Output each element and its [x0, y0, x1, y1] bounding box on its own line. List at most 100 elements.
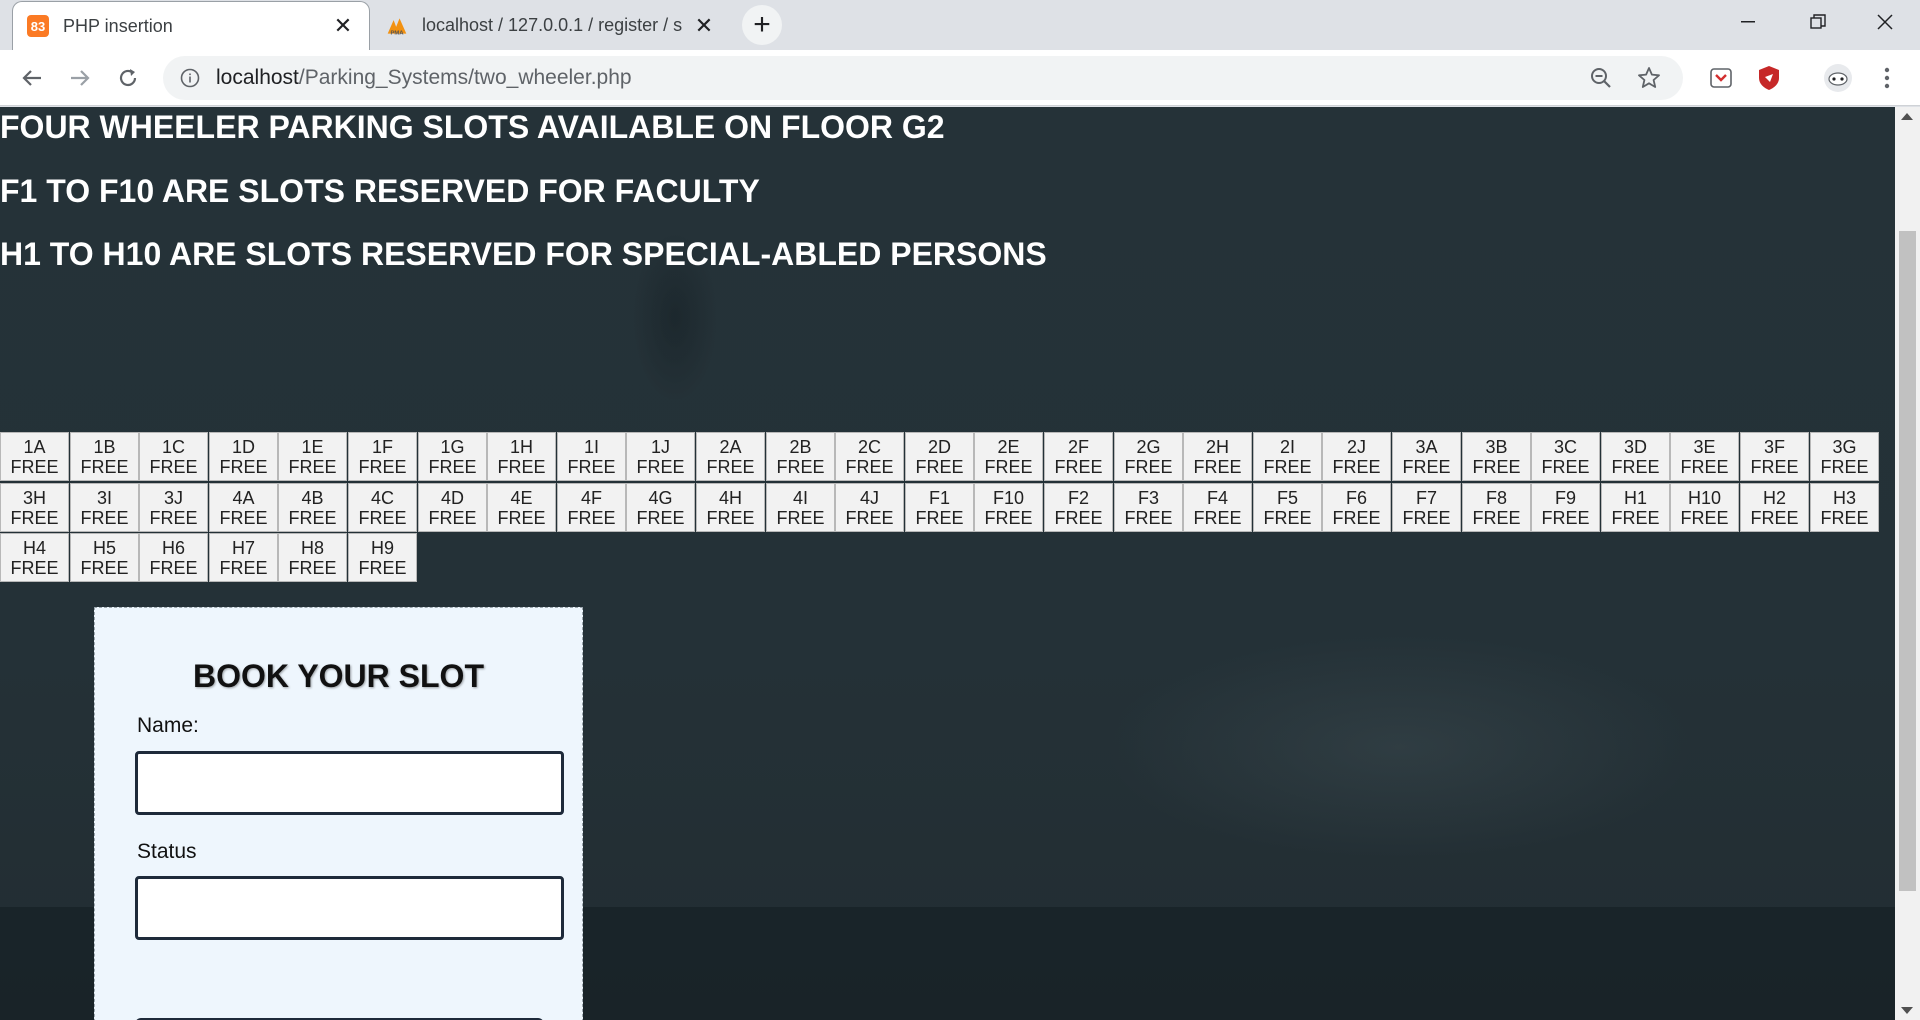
back-icon[interactable]	[14, 60, 50, 96]
parking-slot: H2 FREE	[1740, 483, 1809, 532]
slot-status: FREE	[358, 456, 407, 477]
close-tab-icon[interactable]: ✕	[692, 13, 716, 38]
parking-slot: 2H FREE	[1183, 432, 1252, 481]
slot-id: 2B	[789, 436, 812, 457]
restore-icon[interactable]	[1783, 0, 1853, 44]
slot-status: FREE	[149, 456, 198, 477]
parking-slot: F1 FREE	[905, 483, 974, 532]
slot-status: FREE	[10, 557, 59, 578]
tab-title: PHP insertion	[63, 15, 173, 36]
parking-slot: 2I FREE	[1253, 432, 1322, 481]
form-title: BOOK YOUR SLOT	[193, 658, 484, 694]
slot-id: 3F	[1763, 436, 1785, 457]
reload-icon[interactable]	[110, 60, 146, 96]
slot-id: 2C	[857, 436, 881, 457]
slot-status: FREE	[845, 456, 894, 477]
browser-toolbar: localhost/Parking_Systems/two_wheeler.ph…	[0, 50, 1920, 106]
slot-status: FREE	[915, 507, 964, 528]
name-label: Name:	[137, 714, 199, 737]
special-abled-note: H1 TO H10 ARE SLOTS RESERVED FOR SPECIAL…	[0, 236, 1047, 272]
close-window-icon[interactable]	[1850, 0, 1920, 44]
faculty-note: F1 TO F10 ARE SLOTS RESERVED FOR FACULTY	[0, 173, 760, 209]
parking-slot: H10 FREE	[1670, 483, 1739, 532]
parking-slot: 4E FREE	[487, 483, 556, 532]
slot-id: 3G	[1832, 436, 1857, 457]
slot-id: 3A	[1415, 436, 1438, 457]
parking-slot: 1B FREE	[70, 432, 139, 481]
address-bar[interactable]: localhost/Parking_Systems/two_wheeler.ph…	[163, 56, 1683, 100]
slot-status: FREE	[1750, 507, 1799, 528]
slot-status: FREE	[567, 456, 616, 477]
phpmyadmin-icon: PMA	[386, 15, 408, 37]
slot-status: FREE	[1124, 507, 1173, 528]
slot-id: H4	[22, 537, 46, 558]
parking-slot: F9 FREE	[1531, 483, 1600, 532]
parking-slot: 4C FREE	[348, 483, 417, 532]
slot-status: FREE	[1680, 456, 1729, 477]
slot-id: F8	[1485, 487, 1507, 508]
menu-icon[interactable]	[1872, 63, 1902, 93]
info-icon[interactable]	[180, 68, 200, 88]
slot-id: F6	[1345, 487, 1367, 508]
tab-php-insertion[interactable]: 83 PHP insertion ✕	[12, 1, 370, 50]
tab-title: localhost / 127.0.0.1 / register / s	[422, 15, 683, 35]
slot-id: 1F	[371, 436, 393, 457]
slot-status: FREE	[1332, 456, 1381, 477]
slot-status: FREE	[1611, 456, 1660, 477]
slot-status: FREE	[149, 557, 198, 578]
scrollbar-thumb[interactable]	[1899, 231, 1916, 891]
parking-slot: 4D FREE	[418, 483, 487, 532]
slot-id: 4H	[718, 487, 742, 508]
slot-status: FREE	[1124, 456, 1173, 477]
parking-slot: 4G FREE	[626, 483, 695, 532]
parking-slot: 1I FREE	[557, 432, 626, 481]
name-input[interactable]	[135, 751, 564, 815]
parking-slot: 2A FREE	[696, 432, 765, 481]
parking-slot: 2B FREE	[766, 432, 835, 481]
slot-id: 4J	[859, 487, 879, 508]
vertical-scrollbar[interactable]	[1895, 107, 1920, 1020]
slot-id: 1G	[440, 436, 465, 457]
parking-slot: H5 FREE	[70, 533, 139, 582]
close-tab-icon[interactable]: ✕	[331, 13, 355, 38]
parking-slot: 3C FREE	[1531, 432, 1600, 481]
slot-status: FREE	[80, 557, 129, 578]
forward-icon[interactable]	[62, 60, 98, 96]
slot-id: F5	[1276, 487, 1298, 508]
slot-id: F2	[1067, 487, 1089, 508]
scroll-up-icon[interactable]	[1901, 113, 1913, 120]
slot-status: FREE	[497, 507, 546, 528]
slot-status: FREE	[149, 507, 198, 528]
slot-id: 4G	[648, 487, 673, 508]
profile-avatar-icon[interactable]	[1823, 63, 1853, 93]
status-input[interactable]	[135, 876, 564, 940]
zoom-out-icon[interactable]	[1587, 64, 1615, 92]
slot-status: FREE	[219, 507, 268, 528]
slot-status: FREE	[1332, 507, 1381, 528]
parking-slot: 3J FREE	[139, 483, 208, 532]
minimize-icon[interactable]	[1713, 0, 1783, 44]
slot-status: FREE	[80, 456, 129, 477]
slot-id: 4E	[510, 487, 533, 508]
scroll-down-icon[interactable]	[1901, 1007, 1913, 1014]
pocket-extension-icon[interactable]	[1706, 63, 1736, 93]
slot-id: 2G	[1136, 436, 1161, 457]
bookmark-star-icon[interactable]	[1635, 64, 1663, 92]
slot-id: 3E	[1693, 436, 1716, 457]
parking-slot: F4 FREE	[1183, 483, 1252, 532]
tab-phpmyadmin[interactable]: PMA localhost / 127.0.0.1 / register / s…	[372, 1, 730, 50]
svg-text:83: 83	[31, 19, 45, 34]
new-tab-button[interactable]: +	[742, 5, 782, 45]
url-host: localhost	[216, 66, 299, 89]
slot-status: FREE	[288, 507, 337, 528]
slot-id: 4F	[580, 487, 602, 508]
slot-id: F3	[1137, 487, 1159, 508]
slot-id: 2H	[1205, 436, 1229, 457]
slot-status: FREE	[219, 557, 268, 578]
slot-id: 4I	[792, 487, 808, 508]
slot-status: FREE	[984, 507, 1033, 528]
shield-extension-icon[interactable]	[1754, 63, 1784, 93]
slot-id: 1B	[93, 436, 116, 457]
parking-slot: F2 FREE	[1044, 483, 1113, 532]
parking-slot: 4B FREE	[278, 483, 347, 532]
